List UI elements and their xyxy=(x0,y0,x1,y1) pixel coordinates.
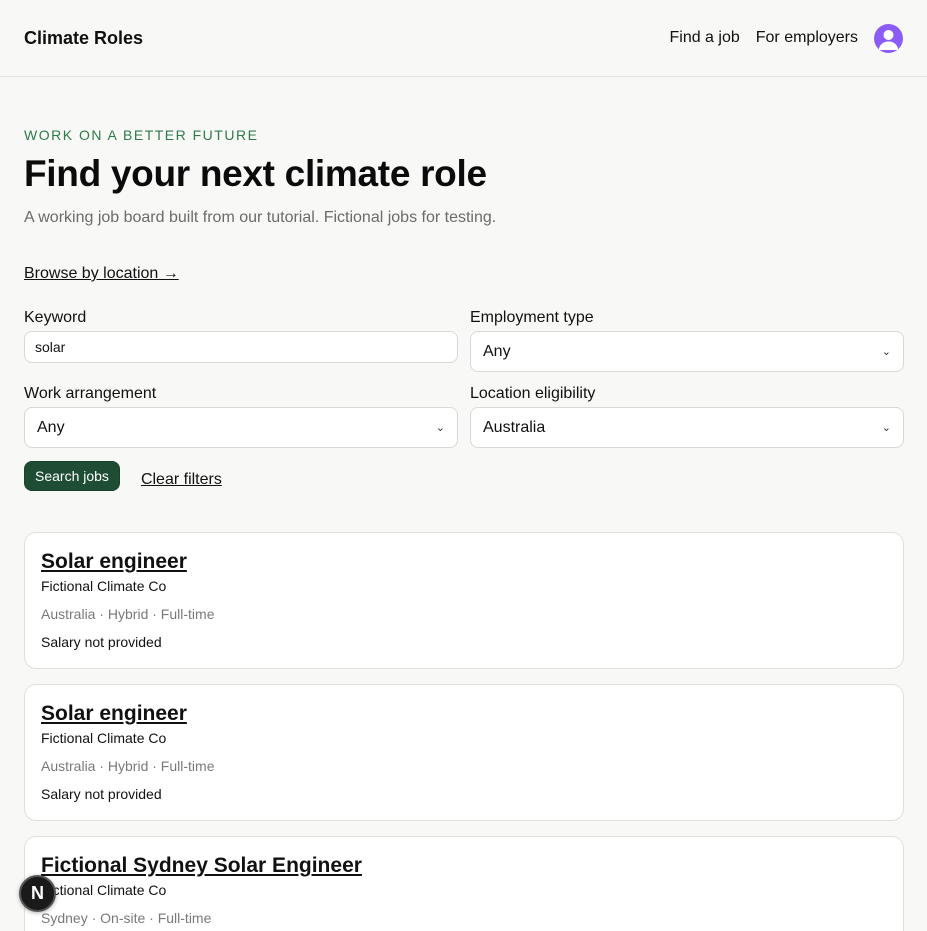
location-eligibility-field: Location eligibility Australia ⌄ xyxy=(470,385,904,448)
job-meta: Australia · Hybrid · Full-time xyxy=(41,758,215,774)
keyword-input[interactable] xyxy=(24,331,458,363)
work-arrangement-label: Work arrangement xyxy=(24,385,157,402)
page-subtitle: A working job board built from our tutor… xyxy=(24,209,497,226)
browse-by-location-link[interactable]: Browse by location → xyxy=(24,265,179,283)
employment-type-field: Employment type Any ⌄ xyxy=(470,309,904,372)
user-silhouette-icon xyxy=(878,29,899,50)
job-company: Fictional Climate Co xyxy=(41,578,167,594)
page-title: Find your next climate role xyxy=(24,153,487,194)
location-eligibility-value: Australia xyxy=(483,418,546,436)
job-card: Fictional Sydney Solar Engineer Fictiona… xyxy=(24,836,904,931)
job-meta: Sydney · On-site · Full-time xyxy=(41,910,212,926)
work-arrangement-value: Any xyxy=(37,418,65,436)
site-header: Climate Roles Find a job For employers xyxy=(0,0,927,77)
job-company: Fictional Climate Co xyxy=(41,882,167,898)
work-arrangement-field: Work arrangement Any ⌄ xyxy=(24,385,458,448)
search-jobs-button[interactable]: Search jobs xyxy=(24,461,120,491)
filter-actions: Search jobs Clear filters xyxy=(24,461,903,491)
chevron-down-icon: ⌄ xyxy=(881,346,891,358)
job-title-link[interactable]: Solar engineer xyxy=(41,550,187,574)
user-avatar-icon[interactable] xyxy=(874,23,903,53)
job-card: Solar engineer Fictional Climate Co Aust… xyxy=(24,684,904,821)
location-eligibility-label: Location eligibility xyxy=(470,385,596,402)
employment-type-label: Employment type xyxy=(470,309,594,326)
job-salary: Salary not provided xyxy=(41,634,162,650)
location-eligibility-select[interactable]: Australia ⌄ xyxy=(470,407,904,448)
job-title-link[interactable]: Solar engineer xyxy=(41,702,187,726)
nav-find-a-job[interactable]: Find a job xyxy=(669,29,739,47)
employment-type-select[interactable]: Any ⌄ xyxy=(470,331,904,372)
job-meta: Australia · Hybrid · Full-time xyxy=(41,606,215,622)
keyword-label: Keyword xyxy=(24,309,87,326)
nextjs-dev-indicator-icon[interactable]: N xyxy=(19,875,56,912)
main-nav: Find a job For employers xyxy=(669,23,903,53)
job-results-list: Solar engineer Fictional Climate Co Aust… xyxy=(24,532,904,931)
keyword-field: Keyword xyxy=(24,309,458,372)
chevron-down-icon: ⌄ xyxy=(435,422,445,434)
job-title-link[interactable]: Fictional Sydney Solar Engineer xyxy=(41,854,362,878)
clear-filters-link[interactable]: Clear filters xyxy=(141,471,222,489)
job-company: Fictional Climate Co xyxy=(41,730,167,746)
brand-logo[interactable]: Climate Roles xyxy=(24,28,143,49)
nav-for-employers[interactable]: For employers xyxy=(756,29,858,47)
job-card: Solar engineer Fictional Climate Co Aust… xyxy=(24,532,904,669)
job-salary: Salary not provided xyxy=(41,786,162,802)
chevron-down-icon: ⌄ xyxy=(881,422,891,434)
hero-eyebrow: WORK ON A BETTER FUTURE xyxy=(24,127,259,143)
main-content: WORK ON A BETTER FUTURE Find your next c… xyxy=(0,127,927,931)
work-arrangement-select[interactable]: Any ⌄ xyxy=(24,407,458,448)
employment-type-value: Any xyxy=(483,342,511,360)
job-filters-form: Keyword Employment type Any ⌄ Work arran… xyxy=(24,309,904,448)
